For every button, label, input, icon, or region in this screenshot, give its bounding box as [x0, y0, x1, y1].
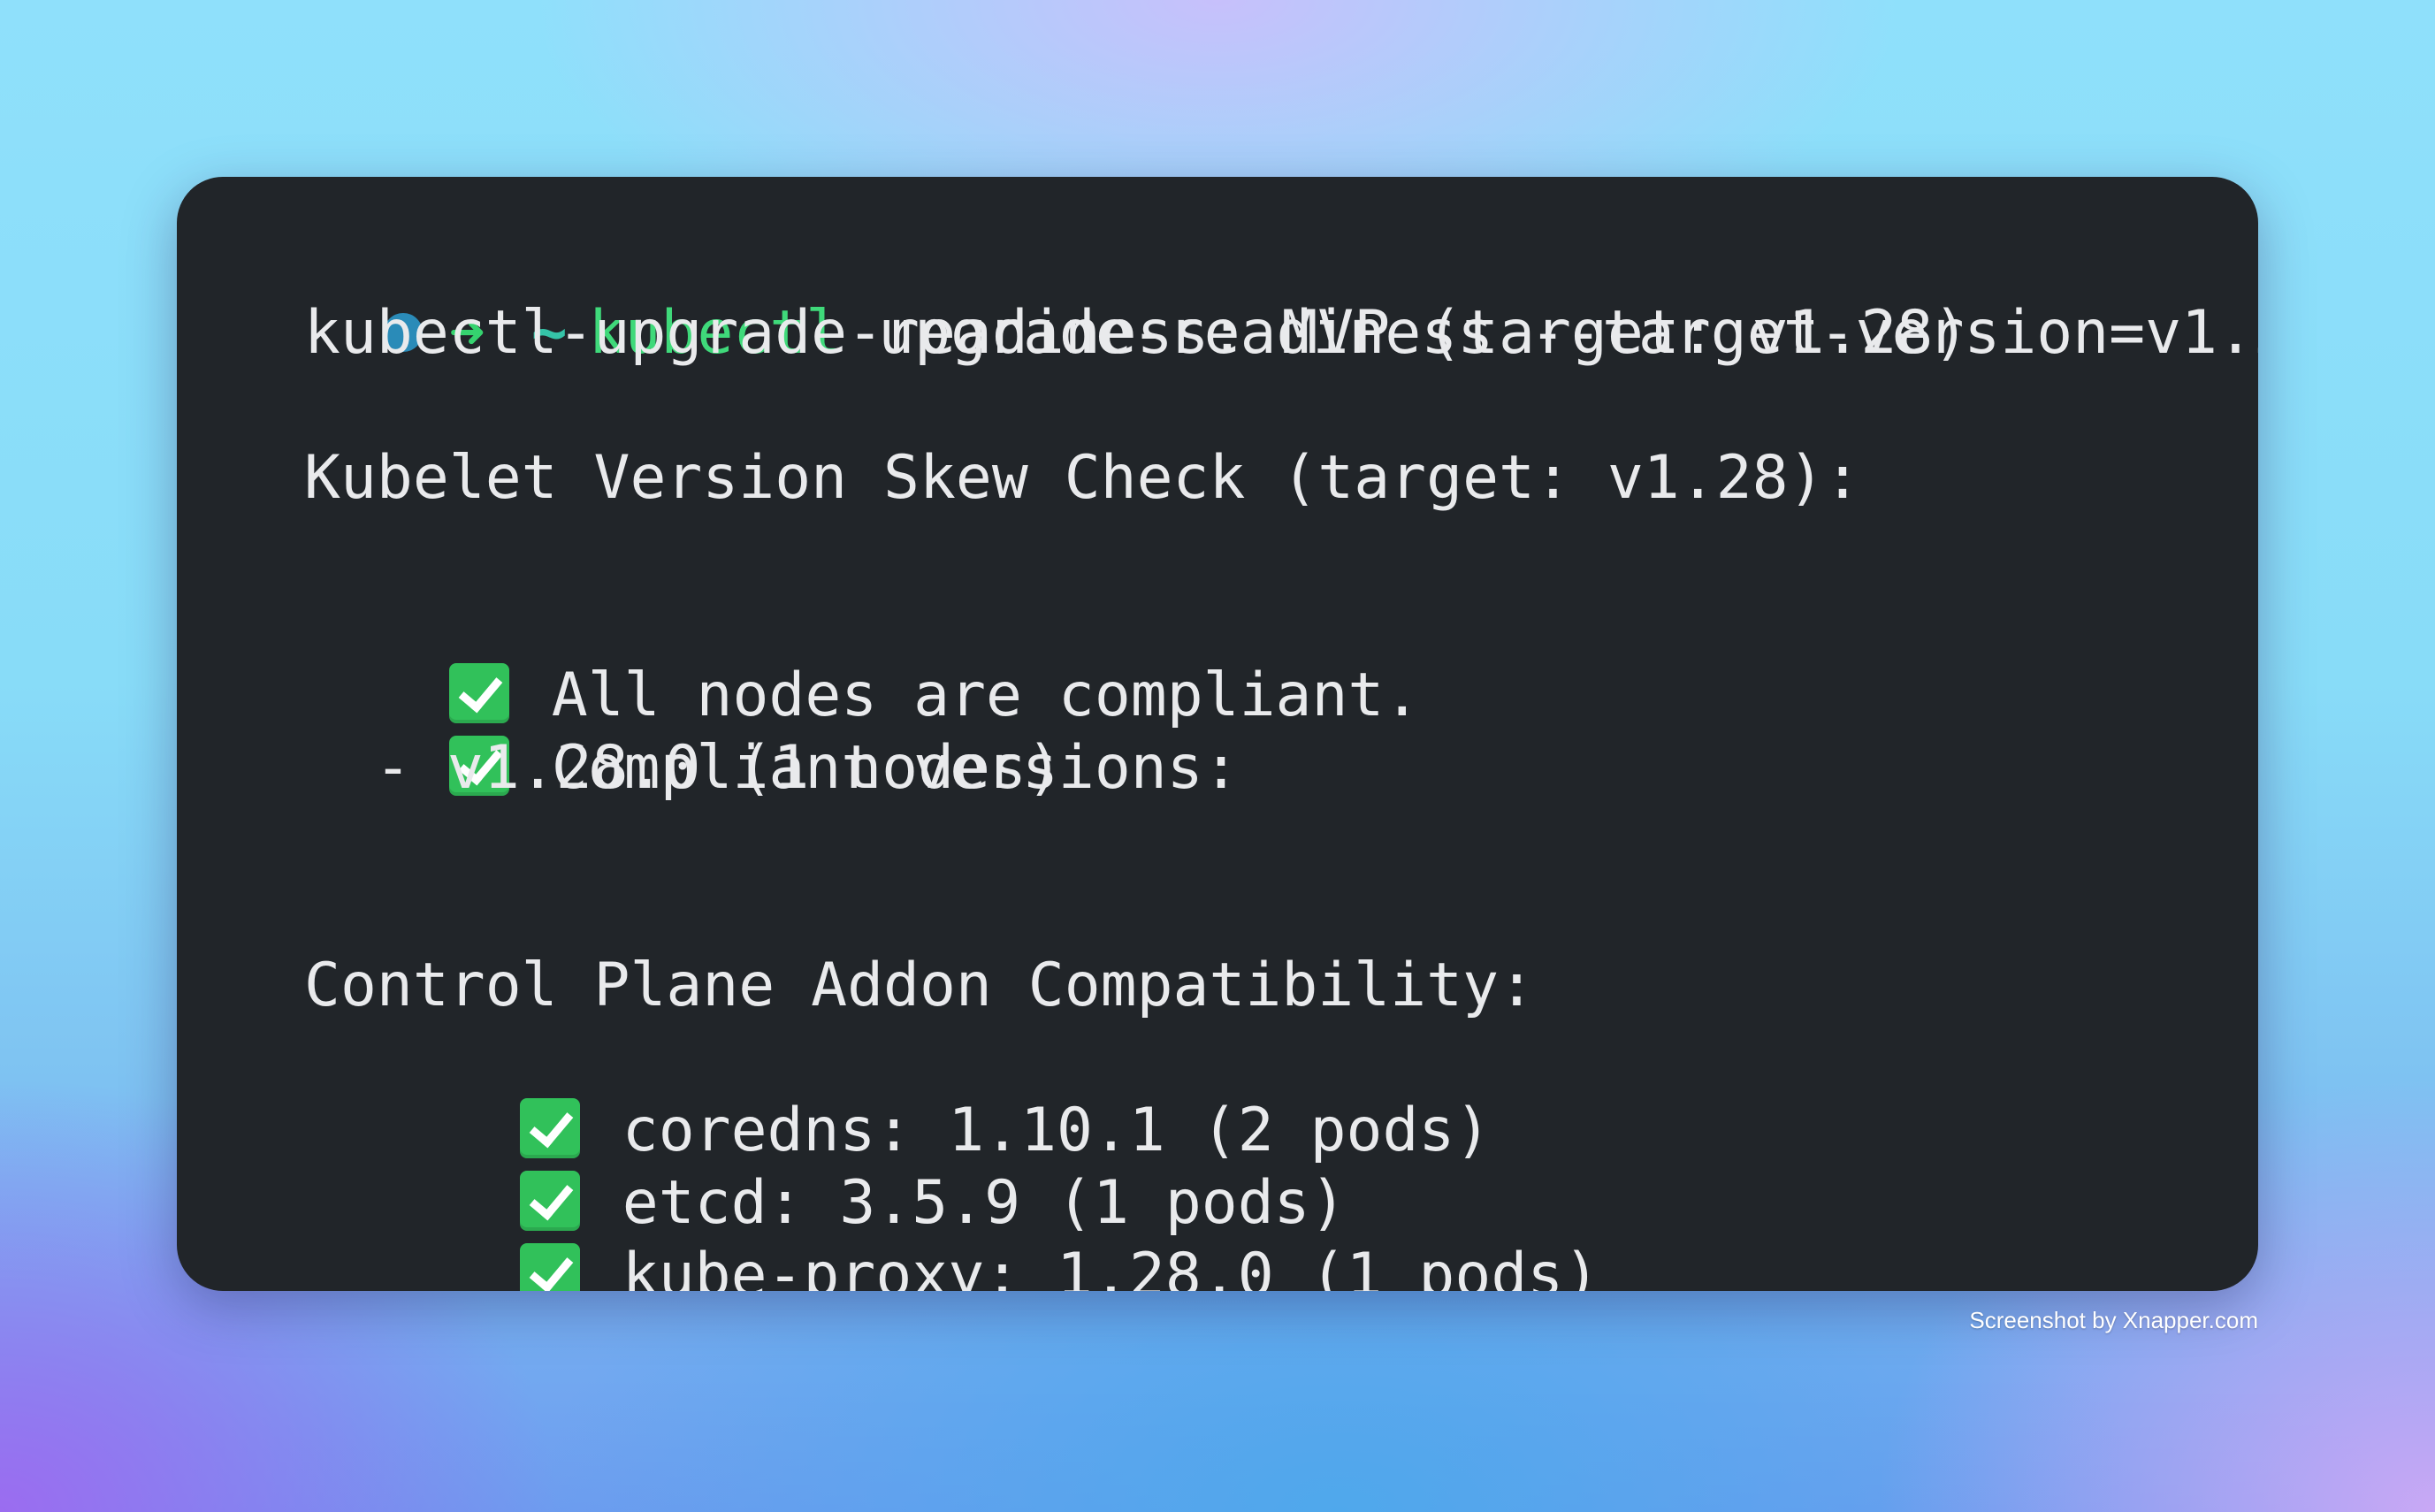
kubelet-version-item: - v1.28.0 (1 nodes) [375, 733, 1063, 803]
kubelet-check-heading: Kubelet Version Skew Check (target: v1.2… [304, 443, 1861, 513]
kubelet-result-line: All nodes are compliant. [239, 587, 2205, 730]
blank-lines [239, 805, 2205, 950]
addon-compat-heading: Control Plane Addon Compatibility: [304, 951, 1535, 1020]
terminal-window: ➜ ~ kubectl upgrade-readiness --target-ver… [177, 177, 2258, 1291]
check-mark-icon [519, 1243, 580, 1291]
addon-text: kube-proxy: 1.28.0 (1 pods) [622, 1241, 1600, 1291]
watermark-text: Screenshot by Xnapper.com [1969, 1307, 2258, 1333]
addon-line: etcd: 3.5.9 (1 pods) [239, 1095, 2205, 1238]
addon-line: kube-proxy: 1.28.0 (1 pods) [239, 1167, 2205, 1291]
addon-line: coredns: 1.10.1 (2 pods) [239, 1022, 2205, 1165]
kubelet-result-line: Compliant versions: [239, 660, 2205, 803]
output-banner: kubectl-upgrade-readiness: MVP (target: … [304, 298, 1970, 368]
prompt-line[interactable]: ➜ ~ kubectl upgrade-readiness --target-ver… [239, 225, 2258, 368]
